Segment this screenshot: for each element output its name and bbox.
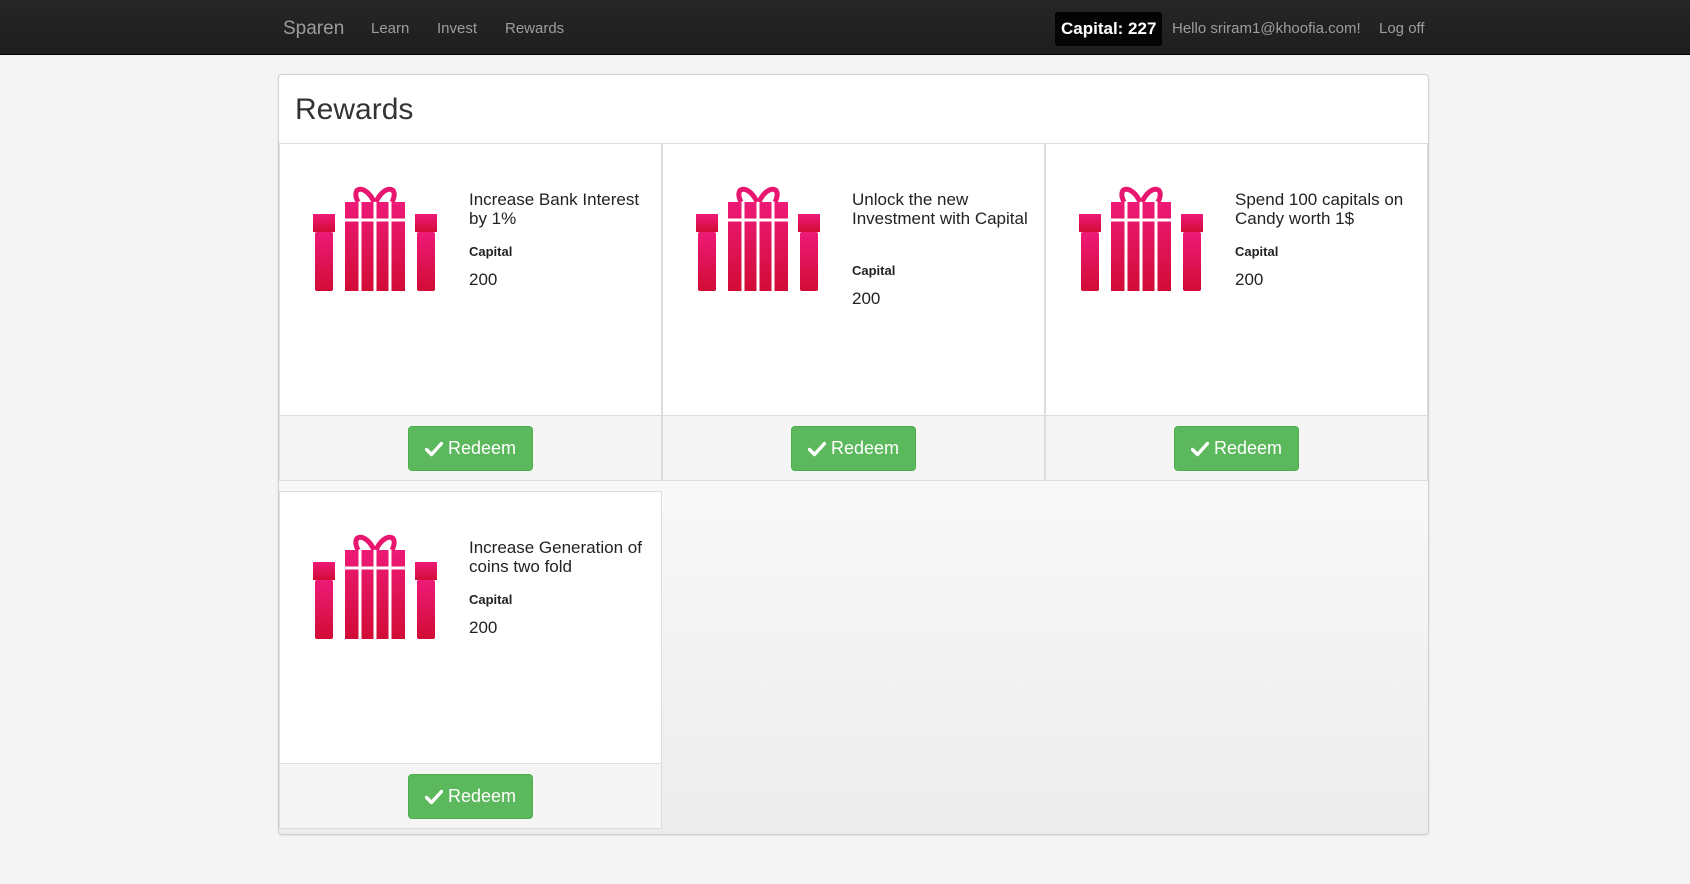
reward-cost-label: Capital bbox=[852, 263, 896, 278]
redeem-button-label: Redeem bbox=[830, 438, 900, 458]
reward-card-footer: Redeem bbox=[1046, 415, 1427, 480]
redeem-button-label: Redeem bbox=[447, 438, 517, 458]
reward-card-body: Unlock the new Investment with Capital C… bbox=[663, 144, 1044, 415]
reward-cost-value: 200 bbox=[852, 289, 881, 308]
redeem-button-label: Redeem bbox=[447, 786, 517, 806]
logoff-link[interactable]: Log off bbox=[1379, 0, 1425, 55]
check-icon bbox=[807, 441, 826, 456]
reward-cost-value: 200 bbox=[469, 270, 498, 289]
reward-title: Increase Generation of coins two fold bbox=[469, 538, 642, 576]
reward-title: Spend 100 capitals on Candy worth 1$ bbox=[1235, 190, 1404, 228]
reward-cost-value: 200 bbox=[1235, 270, 1264, 289]
nav-rewards[interactable]: Rewards bbox=[505, 0, 564, 55]
redeem-button[interactable]: Redeem bbox=[791, 426, 916, 471]
redeem-button[interactable]: Redeem bbox=[408, 426, 533, 471]
check-icon bbox=[424, 441, 443, 456]
redeem-button[interactable]: Redeem bbox=[408, 774, 533, 819]
reward-cost-label: Capital bbox=[1235, 244, 1279, 259]
brand-link[interactable]: Sparen bbox=[283, 0, 344, 55]
reward-card-body: Spend 100 capitals on Candy worth 1$ Cap… bbox=[1046, 144, 1427, 415]
check-icon bbox=[1190, 441, 1209, 456]
reward-card: Increase Generation of coins two fold Ca… bbox=[279, 491, 662, 829]
top-navbar: Sparen Learn Invest Rewards Capital: 227… bbox=[0, 0, 1690, 55]
reward-title: Increase Bank Interest by 1% bbox=[469, 190, 640, 228]
gift-icon bbox=[696, 186, 820, 291]
gift-icon bbox=[313, 534, 437, 639]
reward-cost-label: Capital bbox=[469, 592, 513, 607]
nav-invest[interactable]: Invest bbox=[437, 0, 477, 55]
rewards-panel: Rewards Increase Bank Interest by 1% Cap… bbox=[278, 74, 1429, 835]
reward-card-body: Increase Bank Interest by 1% Capital 200 bbox=[280, 144, 661, 415]
reward-card-footer: Redeem bbox=[280, 415, 661, 480]
reward-title: Unlock the new Investment with Capital bbox=[852, 190, 1028, 228]
user-greeting-link[interactable]: Hello sriram1@khoofia.com! bbox=[1172, 0, 1361, 55]
reward-card: Spend 100 capitals on Candy worth 1$ Cap… bbox=[1045, 143, 1428, 481]
gift-icon bbox=[1079, 186, 1203, 291]
reward-cost-label: Capital bbox=[469, 244, 513, 259]
reward-card-body: Increase Generation of coins two fold Ca… bbox=[280, 492, 661, 763]
nav-learn[interactable]: Learn bbox=[371, 0, 409, 55]
redeem-button[interactable]: Redeem bbox=[1174, 426, 1299, 471]
reward-card-footer: Redeem bbox=[663, 415, 1044, 480]
redeem-button-label: Redeem bbox=[1213, 438, 1283, 458]
gift-icon bbox=[313, 186, 437, 291]
reward-cost-value: 200 bbox=[469, 618, 498, 637]
reward-card: Increase Bank Interest by 1% Capital 200… bbox=[279, 143, 662, 481]
capital-badge: Capital: 227 bbox=[1055, 12, 1163, 46]
reward-card: Unlock the new Investment with Capital C… bbox=[662, 143, 1045, 481]
page-title: Rewards bbox=[295, 93, 414, 126]
reward-card-footer: Redeem bbox=[280, 763, 661, 828]
check-icon bbox=[424, 789, 443, 804]
